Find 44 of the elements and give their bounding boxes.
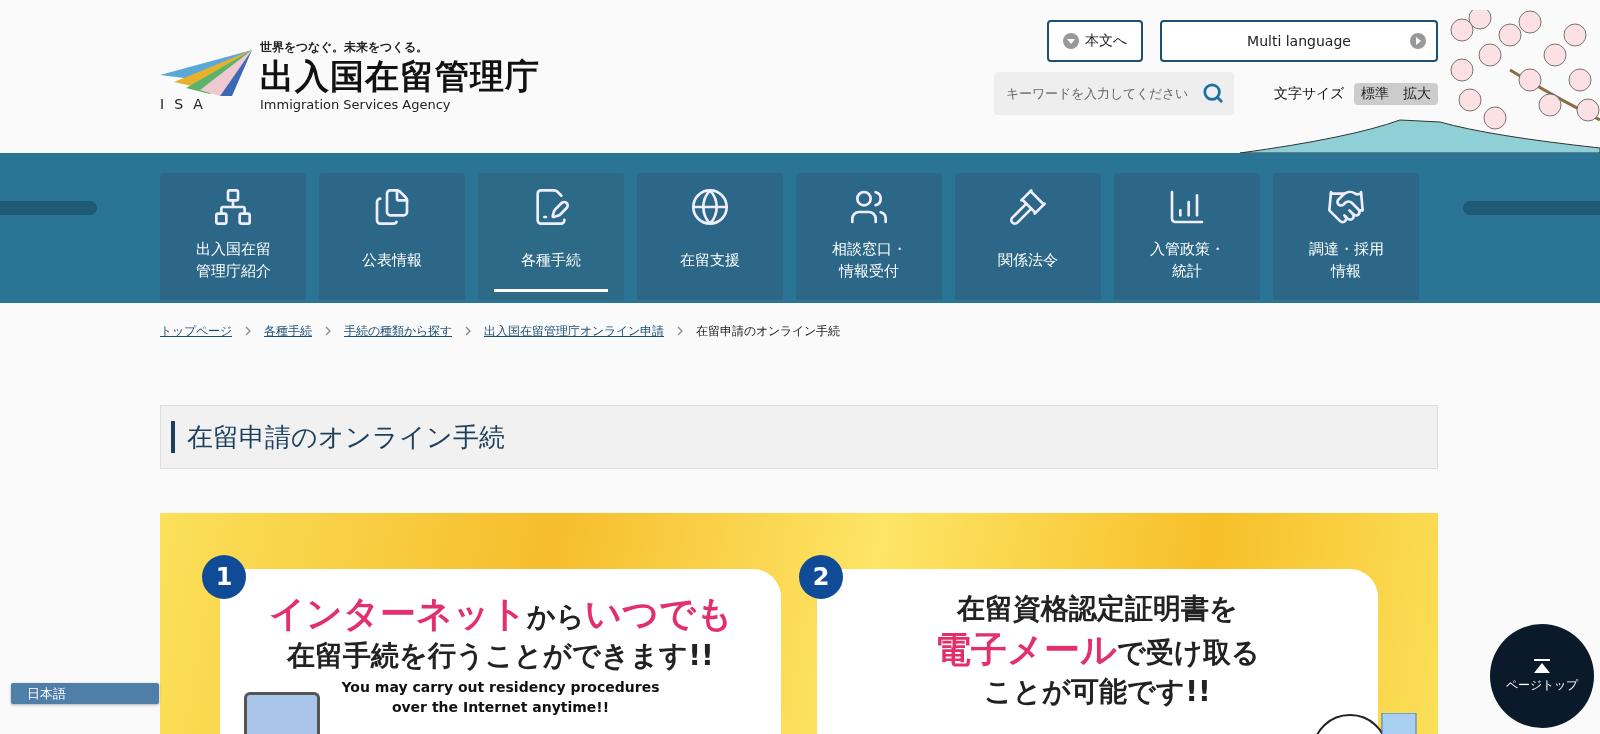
language-tab[interactable]: 日本語 [11, 683, 159, 704]
logo-tagline: 世界をつなぐ。未来をつくる。 [260, 39, 429, 57]
breadcrumb-link[interactable]: 手続の種類から探す [344, 322, 452, 340]
chevron-icon [244, 326, 252, 336]
agency-name-english: Immigration Services Agency [260, 97, 452, 112]
globe-icon [690, 187, 730, 227]
agency-name: 出入国在留管理庁 [260, 56, 540, 97]
step-number: 2 [799, 555, 843, 599]
banner-headline: 電子メールで受け取る [935, 628, 1260, 673]
nav-tab[interactable]: 相談窓口・ 情報受付 [796, 173, 942, 300]
network-icon [213, 187, 253, 227]
page-top-button[interactable]: ページトップ [1490, 624, 1594, 728]
nav-tab[interactable]: 公表情報 [319, 173, 465, 300]
breadcrumb-current: 在留申請のオンライン手続 [696, 322, 840, 340]
nav-tab[interactable]: 出入国在留 管理庁紹介 [160, 173, 306, 300]
chevron-icon [676, 326, 684, 336]
search-field[interactable]: キーワードを入力してください [994, 72, 1234, 115]
font-size-option[interactable]: 標準 [1354, 82, 1396, 105]
language-button[interactable]: Multi language [1160, 20, 1438, 62]
nav-tab[interactable]: 在留支援 [637, 173, 783, 300]
skip-to-content-button[interactable]: 本文へ [1047, 20, 1143, 62]
banner-english-text: You may carry out residency procedures over the Internet anytime!! [341, 678, 660, 717]
chevron-icon [464, 326, 472, 336]
banner-headline: 在留資格認定証明書を [957, 591, 1238, 627]
breadcrumb-link[interactable]: 出入国在留管理庁オンライン申請 [484, 322, 664, 340]
banner-headline: インターネット から いつでも [268, 592, 733, 636]
nav-tab[interactable]: 関係法令 [955, 173, 1101, 300]
step-number: 1 [202, 555, 246, 599]
breadcrumb-link[interactable]: トップページ [160, 322, 232, 340]
page-title: 在留申請のオンライン手続 [171, 421, 505, 453]
banner-headline: 在留手続を行うことができます!! [287, 637, 714, 674]
logo-mark-text: ISA [160, 96, 213, 112]
nav-tab[interactable]: 入管政策・ 統計 [1114, 173, 1260, 300]
chevron-icon [324, 326, 332, 336]
font-size-option[interactable]: 拡大 [1396, 82, 1438, 105]
breadcrumb-link[interactable]: 各種手続 [264, 322, 312, 340]
logo-mark-icon [160, 50, 252, 96]
font-size-label: 文字サイズ [1274, 84, 1344, 103]
gavel-icon [1008, 187, 1048, 227]
to-top-icon [1534, 658, 1550, 673]
banner-headline: ことが可能です!! [984, 674, 1211, 711]
search-icon[interactable] [1202, 82, 1224, 104]
nav-tab[interactable]: 各種手続 [478, 173, 624, 300]
nav-tab[interactable]: 調達・採用 情報 [1273, 173, 1419, 300]
